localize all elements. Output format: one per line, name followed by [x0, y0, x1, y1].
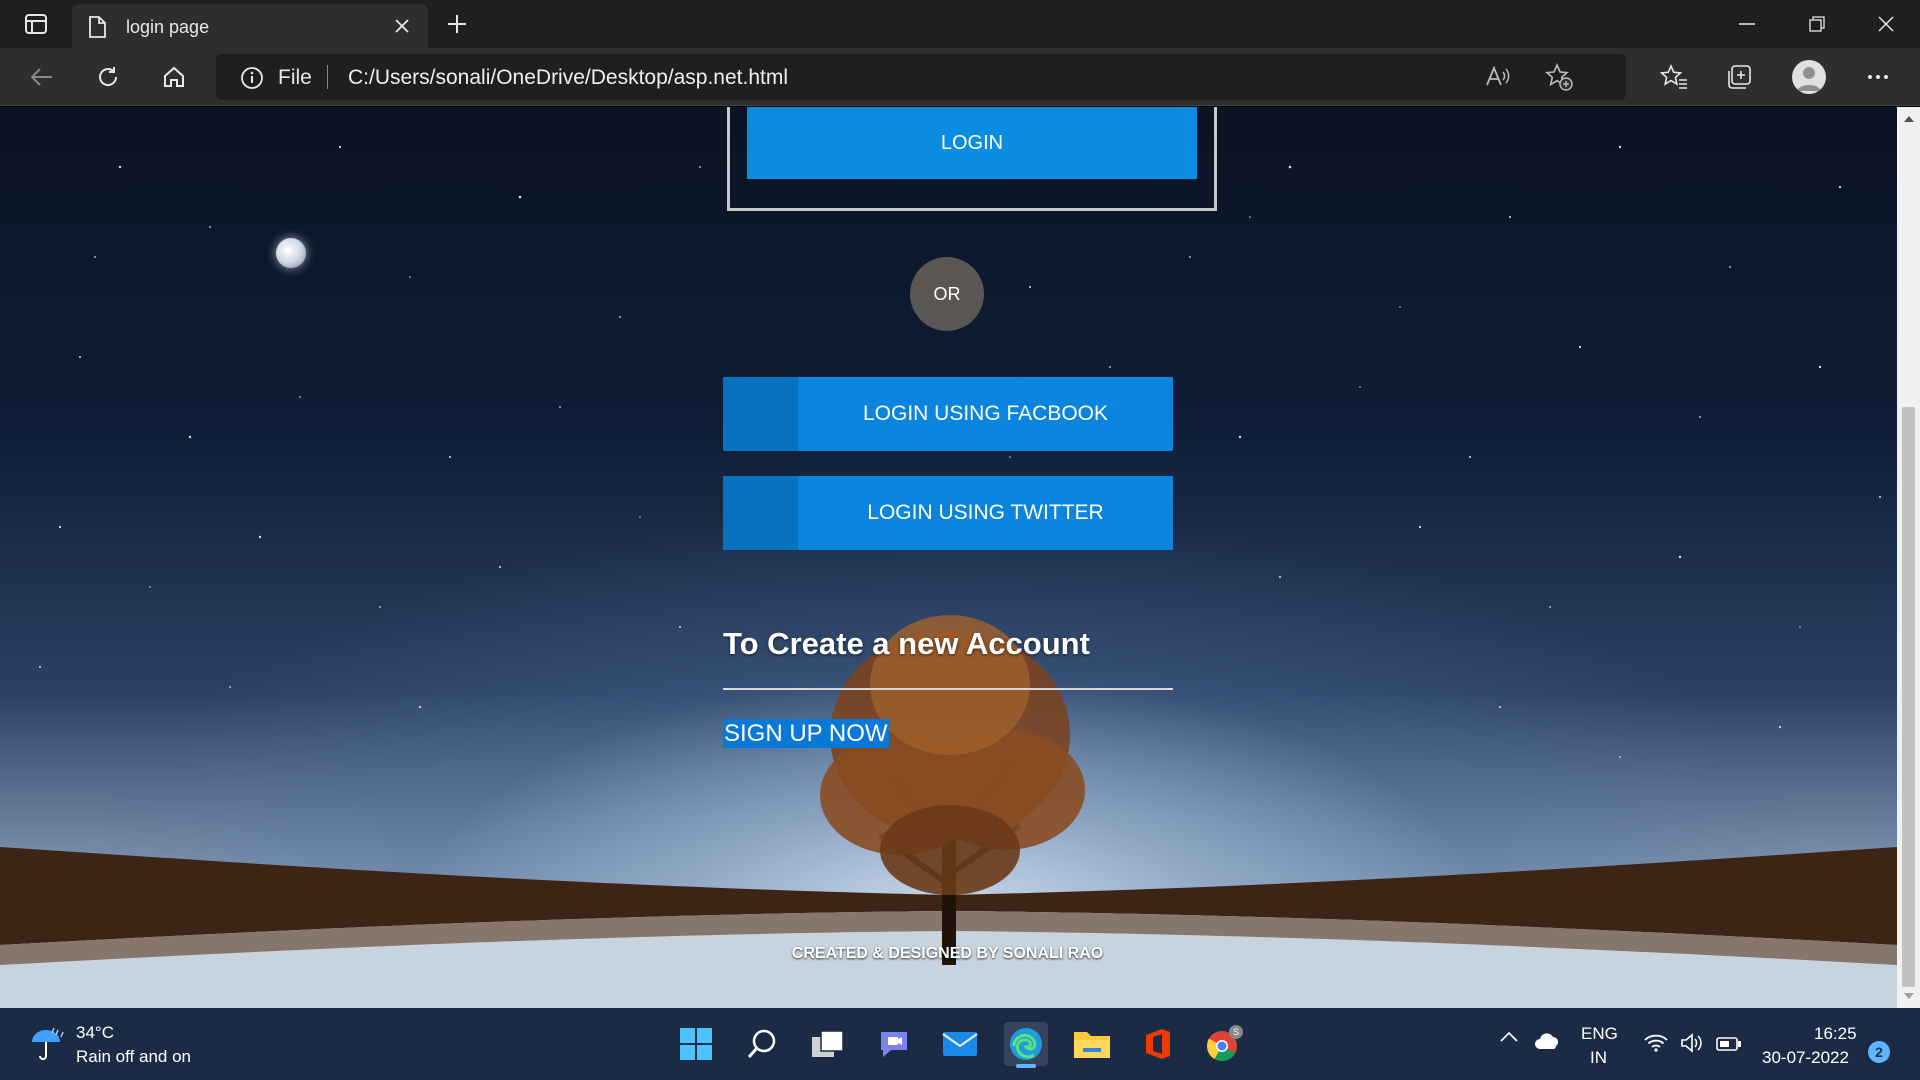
onedrive-cloud-icon[interactable] — [1534, 1032, 1562, 1055]
facebook-icon — [723, 377, 798, 451]
weather-umbrella-icon[interactable] — [28, 1026, 68, 1067]
page-icon — [88, 16, 106, 43]
address-url[interactable]: C:/Users/sonali/OneDrive/Desktop/asp.net… — [348, 66, 788, 90]
back-icon[interactable] — [24, 60, 60, 94]
twitter-icon — [723, 476, 798, 550]
clock-date[interactable]: 30-07-2022 — [1762, 1048, 1849, 1068]
twitter-button-label: LOGIN USING TWITTER — [867, 501, 1104, 524]
more-menu-icon[interactable] — [1860, 60, 1896, 94]
notification-badge[interactable]: 2 — [1868, 1041, 1890, 1063]
favorites-icon[interactable] — [1656, 60, 1692, 94]
login-twitter-button[interactable]: LOGIN USING TWITTER — [723, 476, 1173, 550]
or-divider: OR — [910, 257, 984, 331]
office-icon[interactable] — [1136, 1022, 1180, 1066]
create-account-divider — [723, 688, 1173, 690]
address-separator — [327, 65, 328, 89]
page-viewport: LOGIN OR LOGIN USING FACBOOK LOGIN USING… — [0, 107, 1897, 1008]
active-app-indicator — [1016, 1064, 1036, 1068]
weather-description[interactable]: Rain off and on — [76, 1047, 191, 1067]
read-aloud-icon[interactable] — [1484, 64, 1510, 95]
show-hidden-icons-chevron-icon[interactable] — [1500, 1028, 1518, 1048]
info-icon[interactable] — [240, 66, 264, 95]
mail-icon[interactable] — [938, 1022, 982, 1066]
start-icon[interactable] — [674, 1022, 718, 1066]
minimize-icon[interactable] — [1727, 10, 1767, 38]
language-indicator[interactable]: ENG — [1581, 1024, 1618, 1044]
browser-toolbar: File C:/Users/sonali/OneDrive/Desktop/as… — [0, 48, 1920, 106]
region-indicator[interactable]: IN — [1590, 1048, 1607, 1068]
teams-chat-icon[interactable] — [872, 1022, 916, 1066]
volume-icon[interactable] — [1680, 1032, 1704, 1059]
scroll-up-icon[interactable] — [1897, 109, 1920, 129]
file-explorer-icon[interactable] — [1070, 1022, 1114, 1066]
chrome-icon[interactable]: S — [1202, 1022, 1246, 1066]
browser-tab-bar: login page — [0, 0, 1920, 48]
task-view-icon[interactable] — [806, 1022, 850, 1066]
tab-login-page[interactable]: login page — [72, 4, 428, 48]
new-tab-icon[interactable] — [442, 10, 472, 38]
moon — [276, 238, 306, 268]
refresh-icon[interactable] — [90, 60, 126, 94]
scrollbar-thumb[interactable] — [1902, 407, 1915, 987]
address-bar[interactable]: File C:/Users/sonali/OneDrive/Desktop/as… — [216, 54, 1626, 100]
weather-temperature[interactable]: 34°C — [76, 1023, 114, 1043]
close-window-icon[interactable] — [1866, 10, 1906, 38]
wifi-icon[interactable] — [1644, 1034, 1668, 1057]
windows-taskbar: 34°C Rain off and on S ENG IN 16:25 30-0… — [0, 1008, 1920, 1080]
svg-text:S: S — [1233, 1027, 1239, 1037]
login-button[interactable]: LOGIN — [747, 107, 1197, 179]
address-scheme-label: File — [278, 66, 312, 89]
clock-time[interactable]: 16:25 — [1814, 1024, 1857, 1044]
battery-icon[interactable] — [1716, 1036, 1742, 1056]
tab-actions-icon[interactable] — [18, 12, 54, 36]
scroll-down-icon[interactable] — [1897, 986, 1920, 1006]
tab-title: login page — [126, 17, 210, 37]
login-facebook-button[interactable]: LOGIN USING FACBOOK — [723, 377, 1173, 451]
home-icon[interactable] — [156, 60, 192, 94]
add-favorite-icon[interactable] — [1544, 62, 1574, 97]
edge-browser-icon[interactable] — [1004, 1022, 1048, 1068]
page-scrollbar[interactable] — [1897, 107, 1920, 1008]
profile-avatar-icon[interactable] — [1792, 60, 1826, 94]
create-account-heading: To Create a new Account — [723, 626, 1090, 661]
collections-icon[interactable] — [1721, 60, 1757, 94]
restore-icon[interactable] — [1797, 10, 1837, 38]
facebook-button-label: LOGIN USING FACBOOK — [862, 402, 1109, 425]
search-icon[interactable] — [740, 1022, 784, 1066]
footer-credit: CREATED & DESIGNED BY SONALI RAO — [791, 945, 1104, 962]
signup-link[interactable]: SIGN UP NOW — [723, 719, 889, 748]
close-tab-icon[interactable] — [390, 14, 414, 38]
